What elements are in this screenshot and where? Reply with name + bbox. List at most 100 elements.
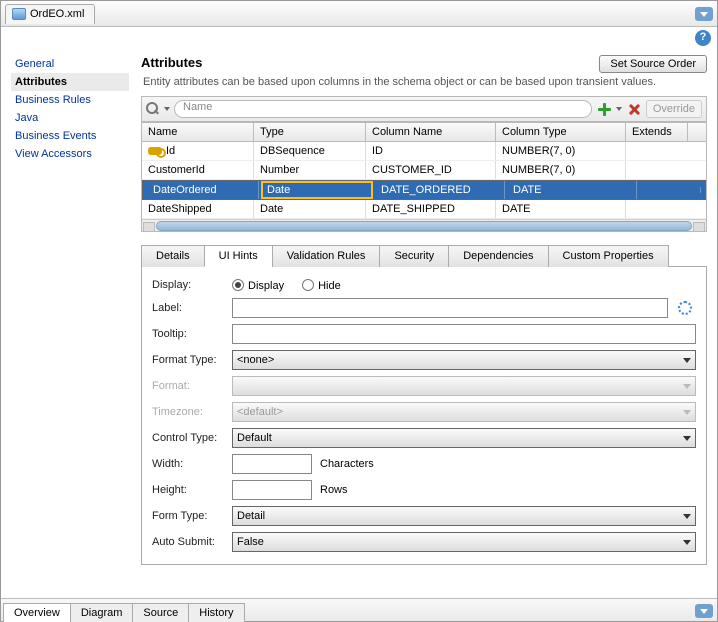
cell bbox=[626, 200, 688, 218]
cell: Date bbox=[261, 181, 373, 199]
cell bbox=[626, 142, 688, 160]
editor-view-tabs: Overview Diagram Source History bbox=[1, 598, 717, 621]
col-name[interactable]: Name bbox=[142, 123, 254, 141]
formattype-select[interactable]: <none> bbox=[232, 350, 696, 370]
content: Attributes Set Source Order Entity attri… bbox=[129, 47, 717, 599]
attribute-tabs: Details UI Hints Validation Rules Securi… bbox=[141, 244, 707, 267]
height-label: Height: bbox=[152, 484, 232, 496]
tooltip-label: Tooltip: bbox=[152, 328, 232, 340]
bottom-tab-overview[interactable]: Overview bbox=[3, 603, 71, 622]
label-label: Label: bbox=[152, 302, 232, 314]
formtype-label: Form Type: bbox=[152, 510, 232, 522]
autosubmit-select[interactable]: False bbox=[232, 532, 696, 552]
formattype-label: Format Type: bbox=[152, 354, 232, 366]
sidenav-item-business-rules[interactable]: Business Rules bbox=[11, 91, 129, 109]
tab-security[interactable]: Security bbox=[379, 245, 449, 267]
autosubmit-label: Auto Submit: bbox=[152, 536, 232, 548]
height-unit: Rows bbox=[320, 484, 348, 496]
display-radio-display[interactable]: Display bbox=[232, 277, 284, 292]
cell: DATE bbox=[496, 200, 626, 218]
label-field[interactable] bbox=[232, 298, 668, 318]
tooltip-field[interactable] bbox=[232, 324, 696, 344]
grid-horizontal-scrollbar[interactable] bbox=[142, 219, 706, 231]
page-title: Attributes bbox=[133, 51, 202, 76]
controltype-select[interactable]: Default bbox=[232, 428, 696, 448]
sidenav-item-attributes[interactable]: Attributes bbox=[11, 73, 129, 91]
tab-custom-properties[interactable]: Custom Properties bbox=[548, 245, 669, 267]
cell: NUMBER(7, 0) bbox=[496, 142, 626, 160]
cell: DATE_ORDERED bbox=[375, 181, 505, 199]
editor-tab-title: OrdEO.xml bbox=[30, 8, 84, 20]
bottom-tab-source[interactable]: Source bbox=[132, 603, 189, 622]
search-options-icon[interactable] bbox=[164, 107, 170, 111]
cell: DATE bbox=[507, 181, 637, 199]
tab-validation-rules[interactable]: Validation Rules bbox=[272, 245, 381, 267]
cell bbox=[639, 187, 701, 193]
cell: DateShipped bbox=[148, 203, 212, 215]
cell: CUSTOMER_ID bbox=[366, 161, 496, 179]
tab-details[interactable]: Details bbox=[141, 245, 205, 267]
sidenav-item-business-events[interactable]: Business Events bbox=[11, 127, 129, 145]
width-label: Width: bbox=[152, 458, 232, 470]
xml-file-icon bbox=[12, 8, 26, 20]
editor-tab[interactable]: OrdEO.xml bbox=[5, 4, 95, 24]
grid-header: Name Type Column Name Column Type Extend… bbox=[142, 123, 706, 142]
help-row: ? bbox=[1, 27, 717, 47]
cell: Date bbox=[254, 200, 366, 218]
add-attribute-menu-icon[interactable] bbox=[616, 107, 622, 111]
tab-dependencies[interactable]: Dependencies bbox=[448, 245, 548, 267]
display-label: Display: bbox=[152, 279, 232, 291]
search-input[interactable]: Name bbox=[174, 100, 592, 118]
key-icon bbox=[148, 147, 162, 155]
bottom-tab-diagram[interactable]: Diagram bbox=[70, 603, 134, 622]
tab-ui-hints[interactable]: UI Hints bbox=[204, 245, 273, 267]
width-unit: Characters bbox=[320, 458, 374, 470]
table-row[interactable]: DateShipped Date DATE_SHIPPED DATE bbox=[142, 200, 706, 219]
cell: Number bbox=[254, 161, 366, 179]
height-field[interactable] bbox=[232, 480, 312, 500]
cell: DATE_SHIPPED bbox=[366, 200, 496, 218]
table-row[interactable]: CustomerId Number CUSTOMER_ID NUMBER(7, … bbox=[142, 161, 706, 180]
display-radio-hide[interactable]: Hide bbox=[302, 277, 341, 292]
format-label: Format: bbox=[152, 380, 232, 392]
col-type[interactable]: Type bbox=[254, 123, 366, 141]
set-source-order-button[interactable]: Set Source Order bbox=[599, 55, 707, 73]
sidenav-item-view-accessors[interactable]: View Accessors bbox=[11, 145, 129, 163]
attributes-grid: Name Type Column Name Column Type Extend… bbox=[141, 122, 707, 232]
add-attribute-icon[interactable] bbox=[596, 101, 612, 117]
controltype-label: Control Type: bbox=[152, 432, 232, 444]
formtype-select[interactable]: Detail bbox=[232, 506, 696, 526]
table-row[interactable]: Id DBSequence ID NUMBER(7, 0) bbox=[142, 142, 706, 161]
format-select bbox=[232, 376, 696, 396]
title-bar: OrdEO.xml bbox=[1, 1, 717, 27]
page-subtext: Entity attributes can be based upon colu… bbox=[133, 76, 707, 96]
section-nav: General Attributes Business Rules Java B… bbox=[1, 47, 129, 599]
col-column-name[interactable]: Column Name bbox=[366, 123, 496, 141]
attribute-toolbar: Name Override bbox=[141, 96, 707, 122]
cell: CustomerId bbox=[148, 164, 205, 176]
collapse-panel-icon[interactable] bbox=[695, 7, 713, 21]
timezone-select: <default> bbox=[232, 402, 696, 422]
delete-attribute-icon[interactable] bbox=[626, 101, 642, 117]
bottom-tab-history[interactable]: History bbox=[188, 603, 244, 622]
cell: Id bbox=[166, 145, 175, 157]
gear-icon[interactable] bbox=[678, 301, 692, 315]
ui-hints-form: Display: Display Hide Label: Tooltip: Fo… bbox=[141, 267, 707, 565]
override-button: Override bbox=[646, 100, 702, 118]
sidenav-item-general[interactable]: General bbox=[11, 55, 129, 73]
expand-panel-icon[interactable] bbox=[695, 604, 713, 618]
main-area: General Attributes Business Rules Java B… bbox=[1, 47, 717, 599]
cell bbox=[626, 161, 688, 179]
search-icon[interactable] bbox=[146, 102, 160, 116]
timezone-label: Timezone: bbox=[152, 406, 232, 418]
width-field[interactable] bbox=[232, 454, 312, 474]
table-row-selected[interactable]: DateOrdered Date DATE_ORDERED DATE bbox=[142, 180, 706, 200]
cell: DateOrdered bbox=[153, 184, 217, 196]
cell: NUMBER(7, 0) bbox=[496, 161, 626, 179]
col-column-type[interactable]: Column Type bbox=[496, 123, 626, 141]
help-icon[interactable]: ? bbox=[695, 30, 711, 46]
cell: DBSequence bbox=[254, 142, 366, 160]
col-extends[interactable]: Extends bbox=[626, 123, 688, 141]
cell: ID bbox=[366, 142, 496, 160]
sidenav-item-java[interactable]: Java bbox=[11, 109, 129, 127]
